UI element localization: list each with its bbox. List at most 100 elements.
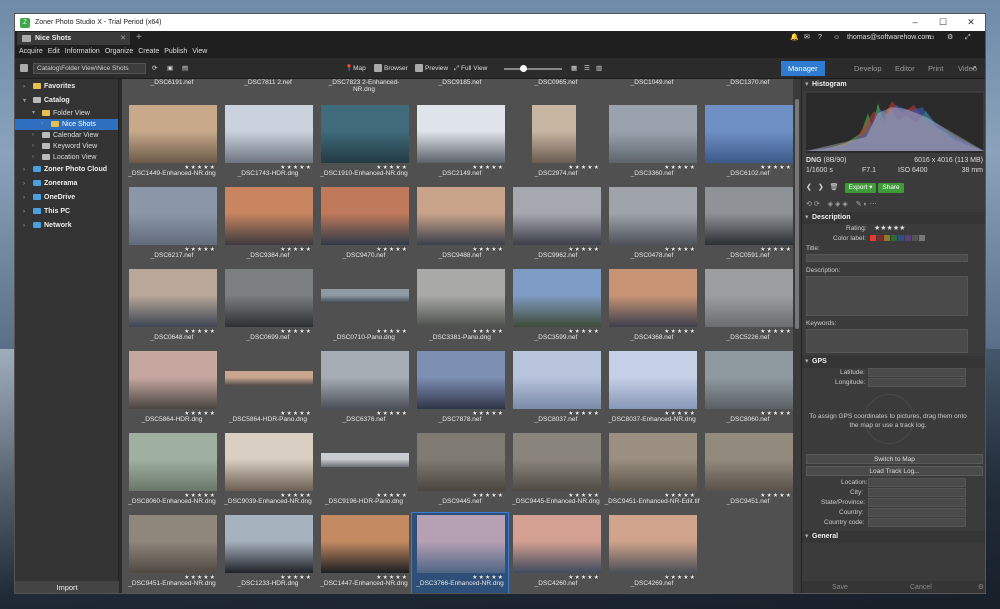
sidebar-item-network[interactable]: › Network — [15, 219, 118, 233]
photo-thumbnail[interactable]: ★★★★★ _DSC8060.nef — [700, 349, 796, 431]
tab-nice-shots[interactable]: Nice Shots ✕ — [17, 32, 130, 45]
photo-thumbnail[interactable]: ★★★★★ _DSC9039-Enhanced-NR.dng — [220, 431, 316, 513]
prev-icon[interactable]: ❮ — [806, 184, 812, 191]
photo-thumbnail[interactable]: ★★★★★ _DSC8037-Enhanced-NR.dng — [604, 349, 700, 431]
thumbnail-image[interactable] — [417, 105, 505, 163]
filter-icon[interactable]: ▣ — [167, 63, 173, 74]
tools-icon[interactable]: ✎ — [856, 201, 862, 208]
thumbnail-image[interactable] — [417, 433, 505, 491]
expand-arrow-icon[interactable]: › — [23, 205, 29, 219]
sidebar-item-onedrive[interactable]: › OneDrive — [15, 191, 118, 205]
rotate-right-icon[interactable]: ⟳ — [814, 201, 820, 208]
description-input[interactable] — [806, 276, 968, 316]
preview-button[interactable]: Preview — [415, 63, 448, 74]
photo-thumbnail[interactable]: ★★★★★ _DSC0699.nef — [220, 267, 316, 349]
photo-thumbnail[interactable]: ★★★★★ _DSC6376.nef — [316, 349, 412, 431]
thumbnail-name[interactable]: _DSC0965.nef — [516, 79, 596, 86]
photo-thumbnail[interactable]: ★★★★★ _DSC9451-Enhanced-NR.dng — [124, 513, 220, 593]
columns-view-icon[interactable]: ▥ — [596, 63, 602, 74]
thumbnail-name[interactable]: _DSC1049.nef — [612, 79, 692, 86]
photo-thumbnail[interactable]: ★★★★★ _DSC4260.nef — [508, 513, 604, 593]
thumbnail-image[interactable] — [225, 371, 313, 385]
photo-thumbnail[interactable]: ★★★★★ _DSC9445-Enhanced-NR.dng — [508, 431, 604, 513]
title-input[interactable] — [806, 254, 968, 262]
photo-thumbnail[interactable]: ★★★★★ _DSC7878.nef — [412, 349, 508, 431]
menu-information[interactable]: Information — [65, 48, 100, 55]
thumbnail-image[interactable] — [705, 351, 793, 409]
mode-manager[interactable]: Manager — [781, 61, 825, 76]
thumbnail-image[interactable] — [417, 351, 505, 409]
thumbnail-image[interactable] — [705, 269, 793, 327]
sidebar-item-this-pc[interactable]: › This PC — [15, 205, 118, 219]
photo-thumbnail[interactable]: ★★★★★ _DSC9451-Enhanced-NR-Edit.tif — [604, 431, 700, 513]
grid-scrollbar[interactable] — [793, 79, 801, 593]
photo-thumbnail[interactable]: ★★★★★ _DSC3599.nef — [508, 267, 604, 349]
menu-edit[interactable]: Edit — [48, 48, 60, 55]
photo-thumbnail[interactable]: ★★★★★ _DSC0648.nef — [124, 267, 220, 349]
location-input[interactable] — [868, 478, 966, 487]
menu-publish[interactable]: Publish — [164, 48, 187, 55]
longitude-input[interactable] — [868, 378, 966, 387]
notification-icon[interactable]: 🔔 — [790, 31, 799, 45]
photo-thumbnail[interactable]: ★★★★★ _DSC0710-Pano.dng — [316, 267, 412, 349]
swatch-green[interactable] — [891, 235, 897, 242]
swatch-yellow[interactable] — [884, 235, 890, 242]
thumbnail-image[interactable] — [513, 433, 601, 491]
tag3-icon[interactable]: ◈ — [842, 201, 847, 208]
photo-thumbnail[interactable]: ★★★★★ _DSC0478.nef — [604, 185, 700, 267]
tab-close-icon[interactable]: ✕ — [120, 32, 126, 45]
latitude-input[interactable] — [868, 368, 966, 377]
save-button[interactable]: Save — [832, 584, 848, 591]
photo-thumbnail[interactable]: ★★★★★ _DSC3381-Pano.dng — [412, 267, 508, 349]
full-view-button[interactable]: ⤢ Full View — [454, 63, 487, 74]
histogram-header[interactable]: Histogram — [802, 79, 985, 91]
path-field[interactable]: Catalog\Folder View\Nice Shots — [33, 63, 146, 74]
thumbnail-image[interactable] — [513, 351, 601, 409]
switch-to-map-button[interactable]: Switch to Map — [806, 454, 983, 464]
mode-editor[interactable]: Editor — [888, 61, 922, 76]
city-input[interactable] — [868, 488, 966, 497]
settings-icon[interactable]: ⚙ — [947, 31, 953, 45]
expand-arrow-icon[interactable]: › — [23, 80, 29, 94]
import-button[interactable]: Import — [15, 581, 119, 593]
sidebar-item-folder-view[interactable]: ▾ Folder View — [15, 108, 118, 119]
country-code-input[interactable] — [868, 518, 966, 527]
folder-icon[interactable] — [20, 64, 28, 72]
refresh-icon[interactable]: ⟳ — [152, 63, 157, 74]
thumbnail-image[interactable] — [705, 433, 793, 491]
thumbnail-image[interactable] — [321, 105, 409, 163]
export-button[interactable]: Export ▾ — [844, 183, 877, 193]
photo-thumbnail[interactable]: ★★★★★ _DSC5864-HDR.dng — [124, 349, 220, 431]
sidebar-item-nice-shots[interactable]: › Nice Shots — [15, 119, 118, 130]
slider-knob[interactable] — [520, 65, 527, 72]
minimize-icon[interactable]: – — [901, 14, 929, 31]
thumbnail-name[interactable]: _DSC7811 2.nef — [228, 79, 308, 86]
photo-thumbnail[interactable]: ★★★★★ _DSC1233-HDR.dng — [220, 513, 316, 593]
swatch-black[interactable] — [919, 235, 925, 242]
map-button[interactable]: 📍Map — [345, 63, 366, 74]
expand-arrow-icon[interactable]: › — [32, 152, 38, 163]
photo-thumbnail[interactable]: ★★★★★ _DSC2974.nef — [508, 103, 604, 185]
fullscreen-icon[interactable]: ⤢ — [965, 31, 971, 45]
adjust-icon[interactable]: ◐ — [864, 201, 868, 208]
thumbnail-name[interactable]: _DSC7823 2-Enhanced-NR.dng — [324, 79, 404, 93]
grid-view-icon[interactable]: ▦ — [571, 63, 577, 74]
thumbnail-image[interactable] — [532, 105, 576, 163]
thumbnail-image[interactable] — [609, 187, 697, 245]
thumbnail-image[interactable] — [321, 289, 409, 303]
sidebar-item-catalog[interactable]: ▾ Catalog — [15, 94, 118, 108]
thumbnail-image[interactable] — [609, 515, 697, 573]
expand-arrow-icon[interactable]: ▾ — [32, 108, 38, 119]
thumbnail-image[interactable] — [225, 187, 313, 245]
thumbnail-image[interactable] — [225, 105, 313, 163]
thumbnail-image[interactable] — [705, 105, 793, 163]
keywords-input[interactable] — [806, 329, 968, 353]
swatch-purple[interactable] — [905, 235, 911, 242]
photo-thumbnail[interactable]: ★★★★★ _DSC0591.nef — [700, 185, 796, 267]
photo-thumbnail[interactable]: ★★★★★ _DSC9470.nef — [316, 185, 412, 267]
photo-thumbnail[interactable]: ★★★★★ _DSC1447-Enhanced-NR.dng — [316, 513, 412, 593]
photo-thumbnail[interactable]: ★★★★★ _DSC3766-Enhanced-NR.dng — [411, 512, 509, 593]
general-header[interactable]: General — [802, 531, 985, 543]
thumbnail-image[interactable] — [609, 105, 697, 163]
help-icon[interactable]: ? — [818, 31, 822, 45]
